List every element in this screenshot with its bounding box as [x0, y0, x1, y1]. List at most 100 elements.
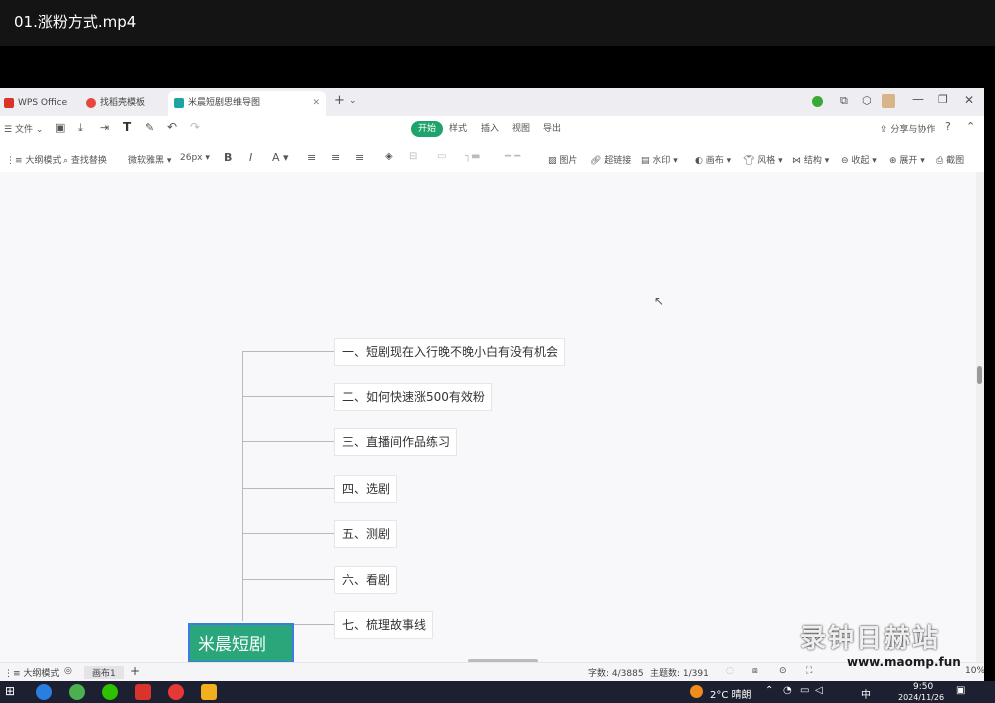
- download-icon[interactable]: ⤓: [78, 121, 83, 135]
- topic-count: 主题数: 1/391: [650, 669, 709, 679]
- branch-style-icon[interactable]: ┐▬: [465, 151, 480, 162]
- tab-style[interactable]: 样式: [442, 121, 474, 137]
- restore-icon[interactable]: ❐: [938, 93, 948, 106]
- clock-time[interactable]: 9:50: [913, 682, 933, 692]
- mindmap-node-4[interactable]: 四、选剧: [334, 475, 398, 503]
- branch-trunk-line: [242, 351, 243, 621]
- wechat-icon[interactable]: [102, 684, 118, 700]
- share-button[interactable]: ⇪ 分享与协作: [880, 122, 935, 135]
- wps-window: WPS Office 找稻壳模板 米晨短剧思维导图 ✕ + ⌄ ⧉ ⬡ — ❐ …: [0, 88, 984, 681]
- locate-icon[interactable]: ⊙: [779, 666, 787, 676]
- vertical-scrollbar[interactable]: [976, 172, 984, 662]
- mindmap-node-5[interactable]: 五、测剧: [334, 520, 398, 548]
- tab-view[interactable]: 视图: [505, 121, 537, 137]
- export-icon[interactable]: ⇥: [100, 121, 109, 134]
- screenshot-button[interactable]: ⎙ 截图: [936, 153, 964, 166]
- format-painter-icon[interactable]: T: [123, 120, 131, 134]
- connector-icon[interactable]: ━ ━: [505, 151, 520, 162]
- outline-mode-button[interactable]: ⋮≡ 大纲模式: [6, 153, 61, 166]
- file-menu[interactable]: ☰ 文件 ⌄: [4, 122, 43, 135]
- fullscreen-icon[interactable]: ⛶: [806, 666, 812, 676]
- ime-indicator[interactable]: 中: [861, 686, 871, 701]
- align-center-icon[interactable]: ≡: [331, 151, 340, 164]
- mindmap-node-7[interactable]: 七、梳理故事线: [334, 611, 434, 639]
- undo-icon[interactable]: ↶: [167, 120, 177, 134]
- tab-insert[interactable]: 插入: [474, 121, 506, 137]
- mindmap-root-node[interactable]: 米晨短剧: [188, 623, 294, 663]
- tab-export[interactable]: 导出: [536, 121, 568, 137]
- word-count: 字数: 4/3885: [588, 669, 644, 679]
- edge-icon[interactable]: [36, 684, 52, 700]
- scroll-thumb[interactable]: [977, 366, 982, 384]
- tab-mindmap[interactable]: 米晨短剧思维导图 ✕: [168, 91, 326, 116]
- mindmap-node-6[interactable]: 六、看剧: [334, 566, 398, 594]
- align-left-icon[interactable]: ≡: [307, 151, 316, 164]
- minimize-icon[interactable]: —: [912, 92, 924, 106]
- recorder-icon[interactable]: [168, 684, 184, 700]
- chrome-icon[interactable]: [69, 684, 85, 700]
- structure-button[interactable]: ⋈ 结构 ▾: [792, 153, 829, 166]
- redo-icon[interactable]: ↷: [190, 120, 200, 134]
- tab-wps-office[interactable]: WPS Office: [4, 91, 84, 116]
- add-canvas-button[interactable]: +: [130, 664, 140, 678]
- tab-docer[interactable]: 找稻壳模板: [86, 91, 166, 116]
- help-icon[interactable]: ?: [945, 120, 951, 133]
- collapse-button[interactable]: ⊖ 收起 ▾: [841, 153, 877, 166]
- new-tab-icon[interactable]: +: [334, 93, 345, 108]
- mindmap-canvas[interactable]: ↖: [0, 172, 976, 662]
- close-window-icon[interactable]: ✕: [964, 93, 974, 107]
- outline-mode-status[interactable]: ⋮≡ 大纲模式: [4, 666, 59, 679]
- video-title: 01.涨粉方式.mp4: [14, 13, 137, 31]
- notification-icon[interactable]: ▣: [956, 685, 965, 696]
- font-color-button[interactable]: A ▾: [272, 151, 289, 164]
- zoom-level[interactable]: 10%: [965, 666, 984, 676]
- canvas-button[interactable]: ◐ 画布 ▾: [695, 153, 731, 166]
- align-right-icon[interactable]: ≡: [355, 151, 364, 164]
- line-style-icon[interactable]: ⊟: [409, 151, 417, 162]
- eraser-icon[interactable]: ✎: [145, 121, 154, 134]
- upgrade-icon[interactable]: [812, 96, 823, 107]
- border-icon[interactable]: ▭: [437, 151, 446, 162]
- tray-wifi-icon[interactable]: ◔: [783, 685, 792, 696]
- wps-logo-icon: [4, 97, 14, 108]
- theme-style-button[interactable]: 👕︎ 风格 ▾: [743, 153, 783, 166]
- tab-list-chevron-icon[interactable]: ⌄: [349, 96, 357, 106]
- globe-icon[interactable]: ◌: [726, 666, 734, 676]
- watermark-button[interactable]: ▤ 水印 ▾: [641, 153, 678, 166]
- close-tab-icon[interactable]: ✕: [312, 91, 320, 116]
- canvas-tab[interactable]: 画布1: [84, 666, 124, 679]
- tray-display-icon[interactable]: ▭: [800, 685, 809, 696]
- fit-icon[interactable]: ⧈: [752, 666, 758, 676]
- tray-chevron-icon[interactable]: ⌃: [765, 685, 773, 696]
- mindmap-node-3[interactable]: 三、直播间作品练习: [334, 428, 458, 456]
- app-icon[interactable]: [201, 684, 217, 700]
- image-button[interactable]: ▨ 图片: [548, 153, 577, 166]
- font-name-select[interactable]: 微软雅黑 ▾: [128, 153, 171, 166]
- expand-button[interactable]: ⊕ 展开 ▾: [889, 153, 925, 166]
- cube-icon[interactable]: ⬡: [862, 94, 872, 107]
- hyperlink-button[interactable]: 🔗︎ 超链接: [590, 153, 631, 166]
- tab-start[interactable]: 开始: [411, 121, 444, 137]
- weather-icon: [690, 685, 703, 698]
- font-size-select[interactable]: 26px ▾: [180, 153, 210, 163]
- bold-button[interactable]: B: [224, 151, 232, 164]
- wps-taskbar-icon[interactable]: [135, 684, 151, 700]
- clock-date[interactable]: 2024/11/26: [898, 693, 944, 702]
- italic-button[interactable]: I: [249, 151, 252, 164]
- windows-start-icon[interactable]: ⊞: [5, 684, 15, 698]
- avatar[interactable]: [882, 94, 895, 108]
- fill-icon[interactable]: ◈: [385, 151, 393, 162]
- save-icon[interactable]: ▣: [55, 121, 65, 134]
- branch-connector: [242, 396, 334, 397]
- mindmap-node-1[interactable]: 一、短剧现在入行晚不晚小白有没有机会: [334, 338, 566, 366]
- find-replace-button[interactable]: ⌕ 查找替换: [63, 153, 107, 166]
- quick-toolbar: ☰ 文件 ⌄ ▣ ⤓ ⇥ T ✎ ↶ ↷ 开始 样式 插入 视图 导出 ⇪ 分享…: [0, 116, 984, 140]
- layers-icon[interactable]: ◎: [64, 666, 72, 676]
- collapse-ribbon-icon[interactable]: ⌃: [966, 120, 975, 133]
- mindmap-node-2[interactable]: 二、如何快速涨500有效粉: [334, 383, 492, 411]
- branch-connector: [242, 579, 334, 580]
- window-manage-icon[interactable]: ⧉: [840, 94, 848, 108]
- weather-text[interactable]: 2°C 晴朗: [710, 686, 752, 701]
- tab-bar: WPS Office 找稻壳模板 米晨短剧思维导图 ✕ + ⌄ ⧉ ⬡ — ❐ …: [0, 88, 984, 116]
- tray-volume-icon[interactable]: ◁: [815, 685, 823, 696]
